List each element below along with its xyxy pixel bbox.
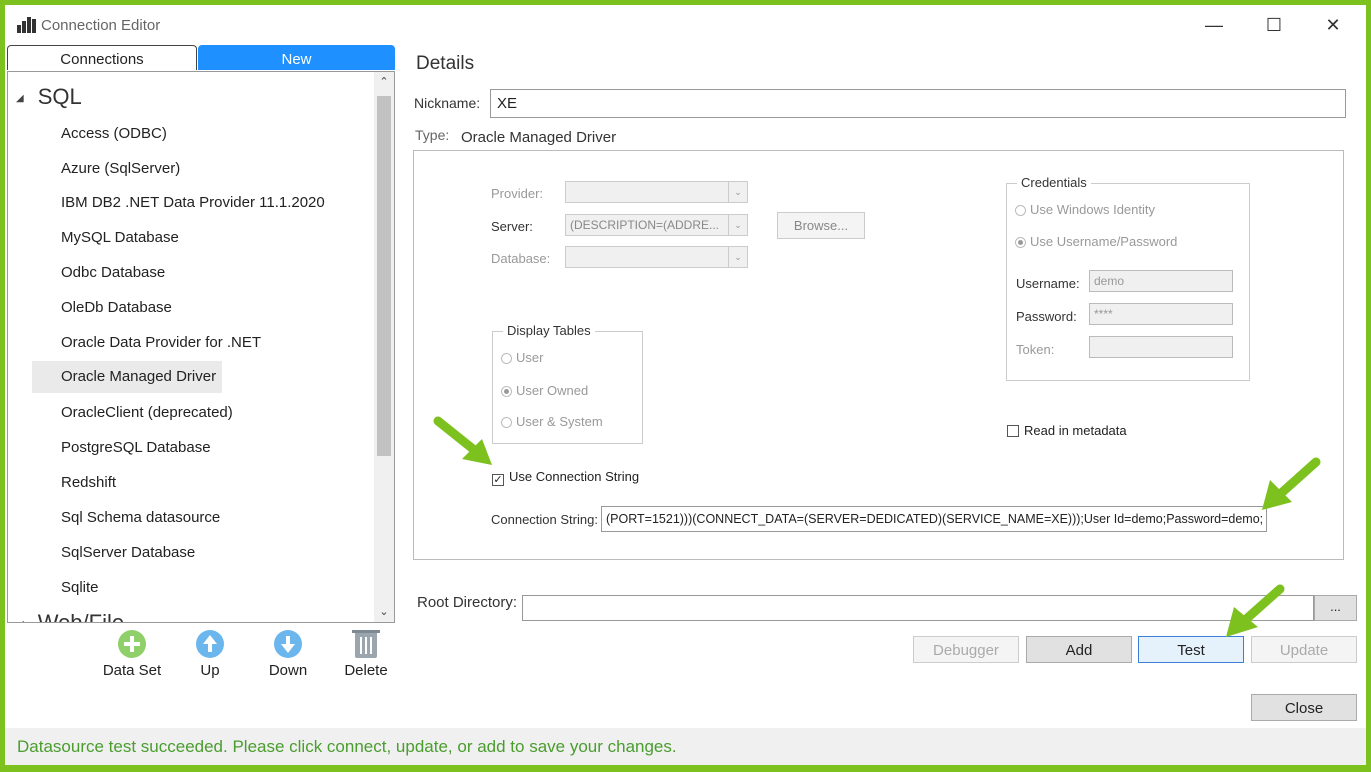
chevron-down-icon: ⌄ xyxy=(728,247,747,267)
tree-group-web-file[interactable]: ◢Web/File xyxy=(16,610,124,622)
tree-item[interactable]: OleDb Database xyxy=(32,292,222,324)
read-metadata-checkbox[interactable]: Read in metadata xyxy=(1007,423,1127,438)
credentials-group: Credentials Use Windows Identity Use Use… xyxy=(1006,175,1250,381)
plus-icon xyxy=(118,630,146,658)
token-label: Token: xyxy=(1016,342,1055,357)
nickname-label: Nickname: xyxy=(414,95,481,111)
tree-item[interactable]: Azure (SqlServer) xyxy=(32,153,222,185)
add-button[interactable]: Add xyxy=(1026,636,1132,663)
root-directory-browse-button[interactable]: ... xyxy=(1314,595,1357,621)
root-directory-label: Root Directory: xyxy=(417,594,518,611)
type-label: Type: xyxy=(415,127,450,143)
tree-item[interactable]: Sqlite xyxy=(32,572,222,604)
debugger-button[interactable]: Debugger xyxy=(913,636,1019,663)
radio-user-owned[interactable]: User Owned xyxy=(501,383,588,398)
tree-item[interactable]: MySQL Database xyxy=(32,222,222,254)
radio-username-password[interactable]: Use Username/Password xyxy=(1015,234,1177,249)
connection-editor-window: Connection Editor — ☐ ✕ Connections New … xyxy=(5,5,1366,765)
token-input[interactable] xyxy=(1089,336,1233,358)
radio-user-system[interactable]: User & System xyxy=(501,414,603,429)
tree-item[interactable]: PostgreSQL Database xyxy=(32,432,222,464)
close-button[interactable]: Close xyxy=(1251,694,1357,721)
window-title: Connection Editor xyxy=(41,17,161,34)
server-label: Server: xyxy=(491,219,533,234)
provider-tree: ◢ SQL Access (ODBC) Azure (SqlServer) IBM… xyxy=(7,71,395,623)
tree-item[interactable]: Redshift xyxy=(32,467,222,499)
up-button[interactable]: Up xyxy=(175,630,245,679)
tree-group-sql[interactable]: ◢ SQL xyxy=(16,84,82,110)
server-select[interactable]: (DESCRIPTION=(ADDRE... ⌄ xyxy=(565,214,748,236)
trash-icon xyxy=(352,630,380,658)
use-connection-string-checkbox[interactable]: ✓ Use Connection String xyxy=(492,469,639,486)
tree-item[interactable]: Odbc Database xyxy=(32,257,222,289)
close-window-button[interactable]: ✕ xyxy=(1318,13,1348,37)
tab-connections[interactable]: Connections xyxy=(7,45,197,70)
display-tables-legend: Display Tables xyxy=(503,323,595,338)
details-heading: Details xyxy=(416,53,475,74)
display-tables-group: Display Tables User User Owned User & Sy… xyxy=(492,323,643,444)
tab-new[interactable]: New xyxy=(198,45,395,70)
annotation-arrow-icon xyxy=(433,416,492,465)
title-bar: Connection Editor — ☐ ✕ xyxy=(5,5,1366,43)
password-input[interactable]: **** xyxy=(1089,303,1233,325)
maximize-button[interactable]: ☐ xyxy=(1259,13,1289,37)
username-label: Username: xyxy=(1016,276,1080,291)
expand-triangle-icon: ◢ xyxy=(16,619,24,622)
status-bar: Datasource test succeeded. Please click … xyxy=(5,728,1366,765)
database-label: Database: xyxy=(491,251,551,266)
arrow-up-icon xyxy=(196,630,224,658)
tree-item[interactable]: SqlServer Database xyxy=(32,537,222,569)
annotation-arrow-icon xyxy=(1262,457,1321,510)
tree-scrollbar[interactable]: ⌃ ⌄ xyxy=(374,72,394,622)
scroll-up-icon[interactable]: ⌃ xyxy=(374,72,394,92)
credentials-legend: Credentials xyxy=(1017,175,1091,190)
chevron-down-icon: ⌄ xyxy=(728,215,747,235)
arrow-down-icon xyxy=(274,630,302,658)
connection-string-label: Connection String: xyxy=(491,512,598,527)
tree-item[interactable]: Oracle Data Provider for .NET xyxy=(32,327,292,359)
scroll-down-icon[interactable]: ⌄ xyxy=(374,602,394,622)
nickname-input[interactable]: XE xyxy=(490,89,1346,118)
tree-item[interactable]: IBM DB2 .NET Data Provider 11.1.2020 xyxy=(32,187,332,219)
connection-tabs: Connections New xyxy=(7,45,395,71)
scrollbar-thumb[interactable] xyxy=(377,96,391,456)
status-message: Datasource test succeeded. Please click … xyxy=(17,737,677,756)
data-set-button[interactable]: Data Set xyxy=(97,630,167,679)
delete-button[interactable]: Delete xyxy=(331,630,401,679)
connection-string-input[interactable]: (PORT=1521)))(CONNECT_DATA=(SERVER=DEDIC… xyxy=(601,506,1267,532)
radio-user[interactable]: User xyxy=(501,350,543,365)
provider-select[interactable]: ⌄ xyxy=(565,181,748,203)
tree-item[interactable]: OracleClient (deprecated) xyxy=(32,397,292,429)
minimize-button[interactable]: — xyxy=(1199,13,1229,37)
type-value: Oracle Managed Driver xyxy=(461,129,617,146)
chevron-down-icon: ⌄ xyxy=(728,182,747,202)
tree-item[interactable]: Sql Schema datasource xyxy=(32,502,292,534)
provider-label: Provider: xyxy=(491,186,544,201)
annotation-arrow-icon xyxy=(1226,584,1285,637)
tree-item[interactable]: Access (ODBC) xyxy=(32,118,222,150)
down-button[interactable]: Down xyxy=(253,630,323,679)
tree-item-selected[interactable]: Oracle Managed Driver xyxy=(32,361,222,393)
password-label: Password: xyxy=(1016,309,1077,324)
username-input[interactable]: demo xyxy=(1089,270,1233,292)
checkmark-icon: ✓ xyxy=(492,474,504,486)
root-directory-input[interactable] xyxy=(522,595,1314,621)
radio-windows-identity[interactable]: Use Windows Identity xyxy=(1015,202,1155,217)
app-icon xyxy=(17,17,37,33)
expand-triangle-icon: ◢ xyxy=(16,92,24,104)
browse-button[interactable]: Browse... xyxy=(777,212,865,239)
database-select[interactable]: ⌄ xyxy=(565,246,748,268)
